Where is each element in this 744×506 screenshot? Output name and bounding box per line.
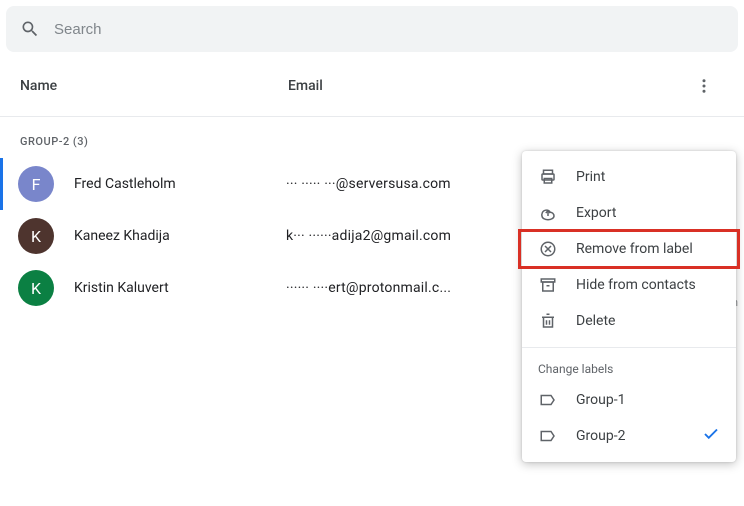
label-icon — [538, 427, 558, 445]
avatar: K — [18, 270, 54, 306]
archive-icon — [538, 276, 558, 294]
menu-divider — [522, 347, 736, 348]
label-icon — [538, 391, 558, 409]
search-icon — [20, 19, 40, 39]
menu-group1-label: Group-1 — [576, 392, 625, 408]
contact-name: Fred Castleholm — [74, 176, 286, 192]
avatar: F — [18, 166, 54, 202]
remove-icon — [538, 240, 558, 258]
menu-remove-label: Remove from label — [576, 241, 693, 257]
menu-hide-label: Hide from contacts — [576, 277, 696, 293]
menu-group2-label: Group-2 — [576, 428, 625, 444]
search-bar[interactable] — [6, 6, 738, 52]
more-vert-icon — [695, 77, 713, 95]
menu-label-group2[interactable]: Group-2 — [522, 418, 736, 454]
menu-section-change-labels: Change labels — [522, 356, 736, 382]
contact-name: Kristin Kaluvert — [74, 280, 286, 296]
print-icon — [538, 168, 558, 186]
trash-icon — [538, 312, 558, 330]
menu-remove-from-label[interactable]: Remove from label — [522, 231, 736, 267]
contact-name: Kaneez Khadija — [74, 228, 286, 244]
table-header: Name Email — [0, 52, 744, 117]
export-icon — [538, 204, 558, 222]
search-input[interactable] — [54, 21, 724, 38]
menu-label-group1[interactable]: Group-1 — [522, 382, 736, 418]
menu-print-label: Print — [576, 169, 605, 185]
check-icon — [702, 425, 720, 447]
menu-export[interactable]: Export — [522, 195, 736, 231]
column-name: Name — [20, 78, 288, 94]
more-actions-button[interactable] — [688, 70, 720, 102]
menu-delete[interactable]: Delete — [522, 303, 736, 339]
menu-hide-from-contacts[interactable]: Hide from contacts — [522, 267, 736, 303]
menu-export-label: Export — [576, 205, 616, 221]
menu-print[interactable]: Print — [522, 159, 736, 195]
column-email: Email — [288, 78, 684, 94]
menu-delete-label: Delete — [576, 313, 615, 329]
context-menu: Print Export Remove from label Hide from… — [522, 151, 736, 462]
avatar: K — [18, 218, 54, 254]
